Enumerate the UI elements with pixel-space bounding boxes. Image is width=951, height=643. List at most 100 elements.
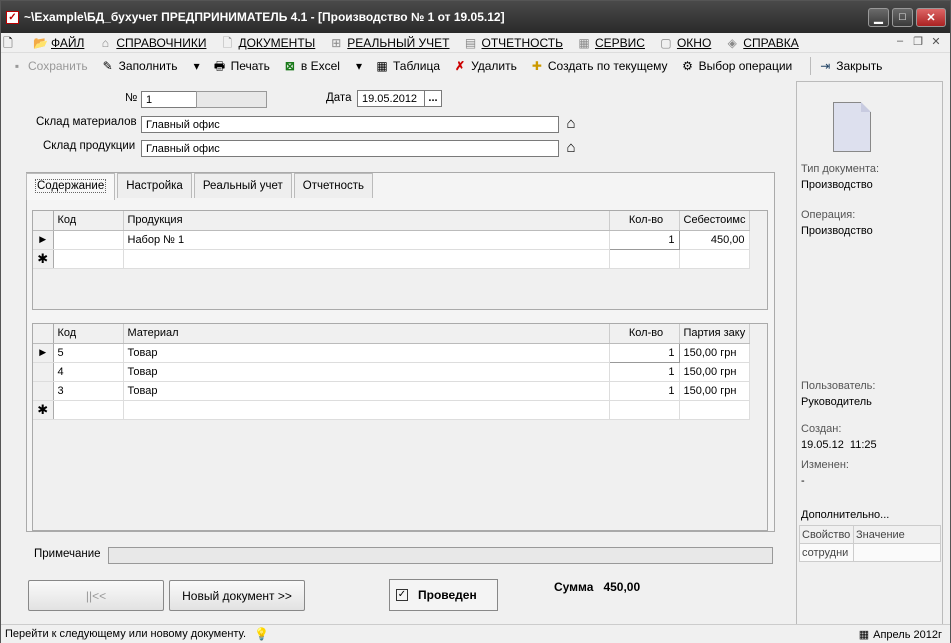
column-header-batch[interactable]: Партия заку bbox=[679, 324, 750, 344]
menu-window[interactable]: ▢ ОКНО bbox=[659, 36, 711, 50]
cell-qty[interactable]: 1 bbox=[609, 381, 680, 401]
calendar-icon: ▦ bbox=[858, 629, 870, 641]
posted-checkbox[interactable]: ✓ Проведен bbox=[389, 579, 498, 611]
cell-empty[interactable] bbox=[123, 249, 610, 269]
date-picker-button[interactable]: ... bbox=[424, 90, 442, 107]
table-row[interactable]: 4 Товар 1 150,00 грн bbox=[33, 362, 750, 382]
row-indicator-header bbox=[33, 324, 54, 344]
column-header-code[interactable]: Код bbox=[53, 324, 124, 344]
column-header-product[interactable]: Продукция bbox=[123, 211, 610, 231]
table-row[interactable]: ▶ 5 Товар 1 150,00 грн bbox=[33, 342, 750, 363]
tab-settings[interactable]: Настройка bbox=[117, 173, 192, 198]
mdi-minimize-button[interactable]: – bbox=[892, 35, 908, 50]
column-header-cost[interactable]: Себестоимс bbox=[679, 211, 750, 231]
tab-strip: Содержание Настройка Реальный учет Отчет… bbox=[26, 173, 375, 200]
menu-real-accounting[interactable]: ⊞ РЕАЛЬНЫЙ УЧЕТ bbox=[329, 36, 449, 50]
table-row[interactable]: 3 Товар 1 150,00 грн bbox=[33, 381, 750, 401]
cell-code[interactable]: 4 bbox=[53, 362, 124, 382]
operation-value: Производство bbox=[801, 225, 873, 237]
operation-icon: ⚙ bbox=[682, 59, 693, 73]
tab-settings-label: Настройка bbox=[126, 180, 183, 192]
table-button[interactable]: ▦ Таблица bbox=[374, 58, 440, 74]
cell-batch[interactable]: 150,00 грн bbox=[679, 381, 750, 401]
app-icon: ✓ bbox=[6, 10, 19, 24]
user-label: Пользователь: bbox=[801, 380, 876, 392]
close-window-button[interactable]: ✕ bbox=[916, 7, 946, 27]
cell-material[interactable]: Товар bbox=[123, 362, 610, 382]
main-window: ✓ ~\Example\БД_бухучет ПРЕДПРИНИМАТЕЛЬ 4… bbox=[0, 0, 951, 643]
mdi-close-button[interactable]: ✕ bbox=[928, 35, 944, 50]
note-field[interactable] bbox=[108, 547, 773, 564]
operation-select-button[interactable]: ⚙ Выбор операции bbox=[680, 58, 792, 74]
additional-label[interactable]: Дополнительно... bbox=[801, 509, 889, 521]
cell-code[interactable]: 3 bbox=[53, 381, 124, 401]
menu-references-label: СПРАВОЧНИКИ bbox=[116, 35, 207, 50]
new-doc-menu-icon[interactable]: 🗋 bbox=[1, 36, 19, 50]
table-row[interactable]: сотрудни bbox=[799, 543, 941, 562]
mdi-buttons: – ❐ ✕ bbox=[890, 35, 944, 50]
cell-qty[interactable]: 1 bbox=[609, 362, 680, 382]
fill-dropdown-icon[interactable]: ▾ bbox=[194, 59, 200, 73]
report-icon: ▤ bbox=[464, 35, 477, 50]
column-header-qty[interactable]: Кол-во bbox=[609, 211, 680, 231]
tab-content[interactable]: Содержание bbox=[26, 173, 116, 200]
materials-grid[interactable]: Код Материал Кол-во Партия заку ▶ 5 Това… bbox=[32, 323, 768, 531]
column-header-code[interactable]: Код bbox=[53, 211, 124, 231]
excel-button[interactable]: ⊠ в Excel ▾ bbox=[282, 58, 362, 74]
cell-code[interactable]: 5 bbox=[53, 343, 124, 363]
products-warehouse-field[interactable]: Главный офис bbox=[141, 140, 559, 157]
cell-empty[interactable] bbox=[679, 400, 750, 420]
cell-property[interactable]: сотрудни bbox=[799, 543, 854, 562]
fill-button[interactable]: ✎ Заполнить ▾ bbox=[100, 58, 200, 74]
cell-empty[interactable] bbox=[53, 400, 124, 420]
tab-reports[interactable]: Отчетность bbox=[293, 173, 374, 198]
cell-value[interactable] bbox=[853, 543, 941, 562]
maximize-button[interactable]: □ bbox=[892, 7, 913, 27]
cell-qty[interactable]: 1 bbox=[608, 342, 680, 363]
cell-empty[interactable] bbox=[53, 249, 124, 269]
cell-empty[interactable] bbox=[679, 249, 750, 269]
cell-empty[interactable] bbox=[123, 400, 610, 420]
cell-material[interactable]: Товар bbox=[123, 343, 610, 363]
number-field[interactable]: 1 bbox=[141, 91, 197, 108]
products-grid[interactable]: Код Продукция Кол-во Себестоимс ▶ Набор … bbox=[32, 210, 768, 310]
menu-references[interactable]: ⌂ СПРАВОЧНИКИ bbox=[98, 35, 207, 50]
column-header-qty[interactable]: Кол-во bbox=[609, 324, 680, 344]
row-indicator bbox=[33, 362, 54, 382]
new-document-button[interactable]: Новый документ >> bbox=[169, 580, 305, 611]
menu-help[interactable]: ◈ СПРАВКА bbox=[725, 36, 799, 50]
cell-batch[interactable]: 150,00 грн bbox=[679, 343, 750, 363]
menu-reports[interactable]: ▤ ОТЧЕТНОСТЬ bbox=[464, 36, 563, 50]
cell-empty[interactable] bbox=[609, 400, 680, 420]
save-button[interactable]: ▪ Сохранить bbox=[9, 58, 88, 74]
menu-service[interactable]: ▦ СЕРВИС bbox=[577, 36, 645, 50]
tab-real-accounting[interactable]: Реальный учет bbox=[193, 173, 292, 198]
mdi-restore-button[interactable]: ❐ bbox=[910, 35, 926, 50]
column-header-material[interactable]: Материал bbox=[123, 324, 610, 344]
table-row[interactable]: ▶ Набор № 1 1 450,00 bbox=[33, 229, 750, 250]
cell-batch[interactable]: 150,00 грн bbox=[679, 362, 750, 382]
cell-cost[interactable]: 450,00 bbox=[679, 230, 750, 250]
delete-button[interactable]: ✗ Удалить bbox=[452, 58, 517, 74]
cell-code[interactable] bbox=[53, 230, 124, 250]
new-row[interactable]: ✱ bbox=[33, 249, 750, 269]
cell-product[interactable]: Набор № 1 bbox=[123, 230, 610, 250]
materials-warehouse-field[interactable]: Главный офис bbox=[141, 116, 559, 133]
date-field[interactable]: 19.05.2012 bbox=[357, 90, 425, 107]
cell-material[interactable]: Товар bbox=[123, 381, 610, 401]
print-button[interactable]: 🖶 Печать bbox=[212, 58, 270, 74]
menu-documents-label: ДОКУМЕНТЫ bbox=[238, 35, 316, 50]
warehouse-home-icon[interactable]: ⌂ bbox=[562, 115, 580, 132]
close-button[interactable]: ⇥ Закрыть bbox=[817, 58, 882, 74]
menu-file[interactable]: 📂 ФАЙЛ bbox=[33, 36, 84, 50]
excel-dropdown-icon[interactable]: ▾ bbox=[356, 59, 362, 73]
cell-empty[interactable] bbox=[609, 249, 680, 269]
menu-documents[interactable]: 🗋 ДОКУМЕНТЫ bbox=[220, 35, 316, 50]
cell-qty[interactable]: 1 bbox=[608, 229, 680, 250]
warehouse-home-icon[interactable]: ⌂ bbox=[562, 139, 580, 156]
properties-table[interactable]: Свойство Значение сотрудни bbox=[799, 525, 941, 562]
new-row[interactable]: ✱ bbox=[33, 400, 750, 420]
minimize-button[interactable]: ▁ bbox=[868, 7, 889, 27]
first-document-button[interactable]: ||<< bbox=[28, 580, 164, 611]
create-from-current-button[interactable]: ✚ Создать по текущему bbox=[529, 58, 668, 74]
